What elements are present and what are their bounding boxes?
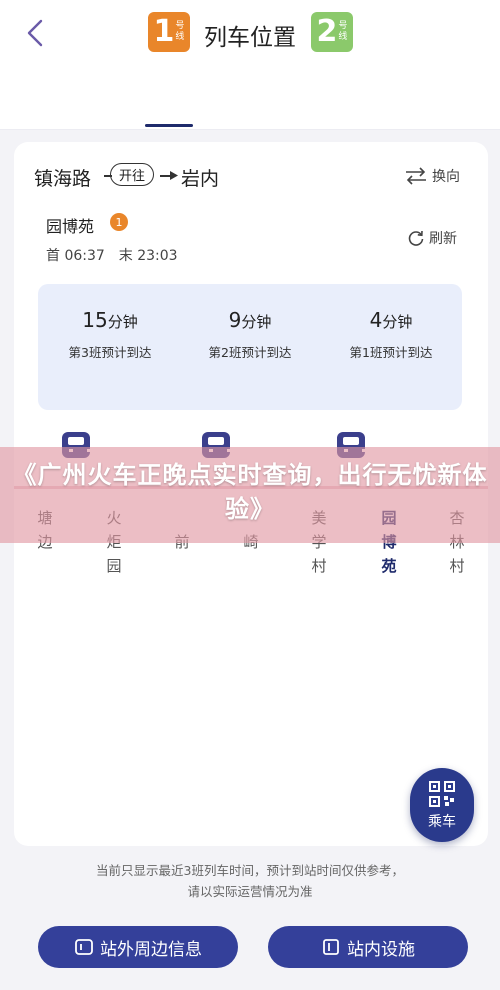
qr-code-icon	[429, 780, 455, 807]
tab-line-2[interactable]: 2 号 线	[311, 12, 353, 52]
ride-button[interactable]: 乘车	[410, 768, 474, 842]
arrival-item: 15分钟 第3班预计到达	[40, 308, 180, 361]
line-number: 1	[153, 14, 175, 49]
exit-badge: 1	[110, 213, 128, 231]
refresh-button[interactable]: 刷新	[407, 228, 457, 248]
switch-direction-label: 换向	[432, 169, 460, 185]
arrival-minutes-value: 9	[228, 308, 242, 332]
line-suffix-bottom: 线	[338, 32, 348, 42]
ride-label: 乘车	[428, 813, 456, 830]
line-suffix-top: 号	[338, 21, 348, 31]
arrival-minutes-unit: 分钟	[107, 313, 138, 331]
swap-icon	[406, 167, 426, 185]
outside-info-button[interactable]: 站外周边信息	[38, 926, 238, 968]
refresh-icon	[408, 230, 424, 246]
active-tab-indicator	[145, 124, 193, 127]
disclaimer-line-1: 当前只显示最近3班列车时间，预计到站时间仅供参考，	[96, 863, 404, 878]
arrow-right-icon	[170, 171, 178, 180]
arrival-minutes-value: 15	[82, 308, 108, 332]
refresh-label: 刷新	[429, 231, 457, 247]
outside-info-icon	[75, 939, 93, 955]
line-suffix: 号 线	[338, 21, 347, 43]
arrival-minutes-unit: 分钟	[382, 313, 413, 331]
route-from-station: 镇海路	[34, 168, 92, 190]
first-train-time: 首 06:37	[46, 248, 105, 264]
tab-line-1[interactable]: 1 号 线	[148, 12, 190, 52]
arrival-label: 第3班预计到达	[68, 345, 152, 360]
line-suffix-bottom: 线	[175, 32, 185, 42]
arrival-minutes: 15分钟	[40, 308, 180, 332]
arrival-minutes-unit: 分钟	[241, 313, 272, 331]
disclaimer: 当前只显示最近3班列车时间，预计到站时间仅供参考， 请以实际运营情况为准	[30, 860, 470, 902]
direction-label: 开往	[110, 163, 155, 186]
page-title: 列车位置	[204, 25, 296, 51]
line-tabs	[0, 66, 500, 130]
arrival-item: 9分钟 第2班预计到达	[180, 308, 320, 361]
arrival-label: 第1班预计到达	[349, 345, 433, 360]
line-suffix: 号 线	[175, 21, 184, 43]
facility-label: 站内设施	[347, 939, 415, 960]
disclaimer-line-2: 请以实际运营情况为准	[187, 884, 313, 899]
arrival-label: 第2班预计到达	[208, 345, 292, 360]
last-train-time: 末 23:03	[118, 248, 178, 264]
service-hours: 首 06:37 末 23:03	[46, 245, 178, 265]
arrival-minutes: 9分钟	[180, 308, 320, 332]
route-to-station: 岩内	[181, 168, 220, 190]
outside-info-label: 站外周边信息	[100, 939, 202, 960]
arrival-minutes-value: 4	[369, 308, 383, 332]
switch-direction-button[interactable]: 换向	[404, 166, 460, 186]
arrival-item: 4分钟 第1班预计到达	[321, 308, 461, 361]
current-station-name: 园博苑	[46, 217, 95, 236]
line-number: 2	[316, 14, 338, 49]
arrival-minutes: 4分钟	[321, 308, 461, 332]
line-suffix-top: 号	[175, 21, 185, 31]
facility-button[interactable]: 站内设施	[268, 926, 468, 968]
facility-icon	[323, 939, 339, 955]
overlay-title: 《广州火车正晚点实时查询，出行无忧新体验》	[12, 461, 488, 523]
